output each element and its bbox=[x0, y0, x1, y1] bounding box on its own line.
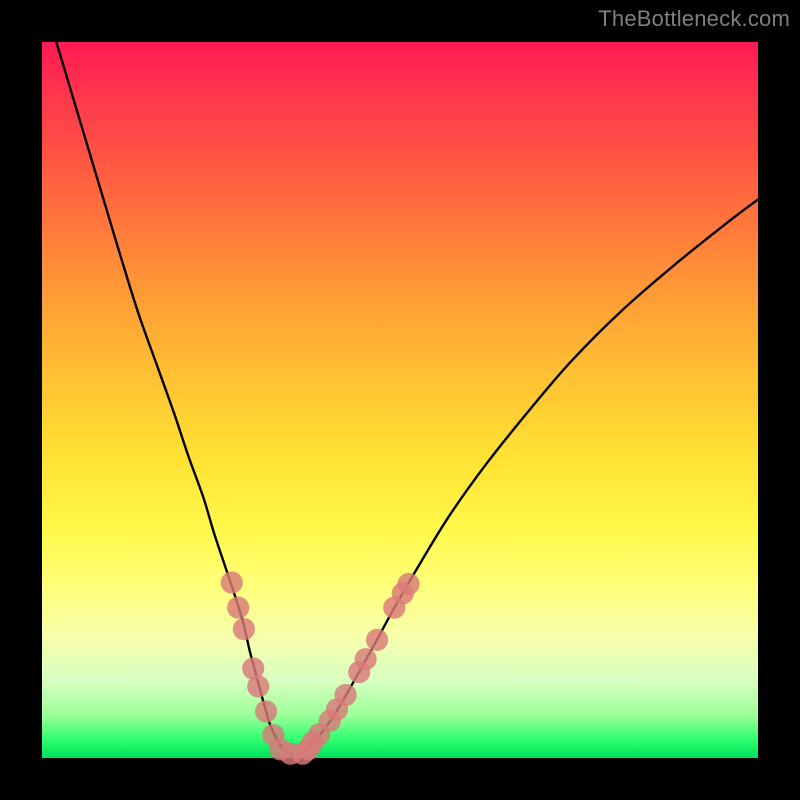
data-point bbox=[227, 597, 249, 619]
curve-left-branch bbox=[56, 42, 292, 754]
plot-area bbox=[42, 42, 758, 758]
data-point bbox=[221, 571, 243, 593]
data-point bbox=[366, 629, 388, 651]
watermark-text: TheBottleneck.com bbox=[598, 6, 790, 32]
curves-svg bbox=[42, 42, 758, 758]
data-point bbox=[334, 684, 356, 706]
chart-stage: TheBottleneck.com bbox=[0, 0, 800, 800]
data-point bbox=[233, 618, 255, 640]
data-points-right bbox=[292, 573, 420, 765]
data-point bbox=[397, 573, 419, 595]
data-points-left bbox=[221, 571, 302, 764]
data-point bbox=[247, 675, 269, 697]
data-point bbox=[255, 700, 277, 722]
data-point bbox=[355, 648, 377, 670]
